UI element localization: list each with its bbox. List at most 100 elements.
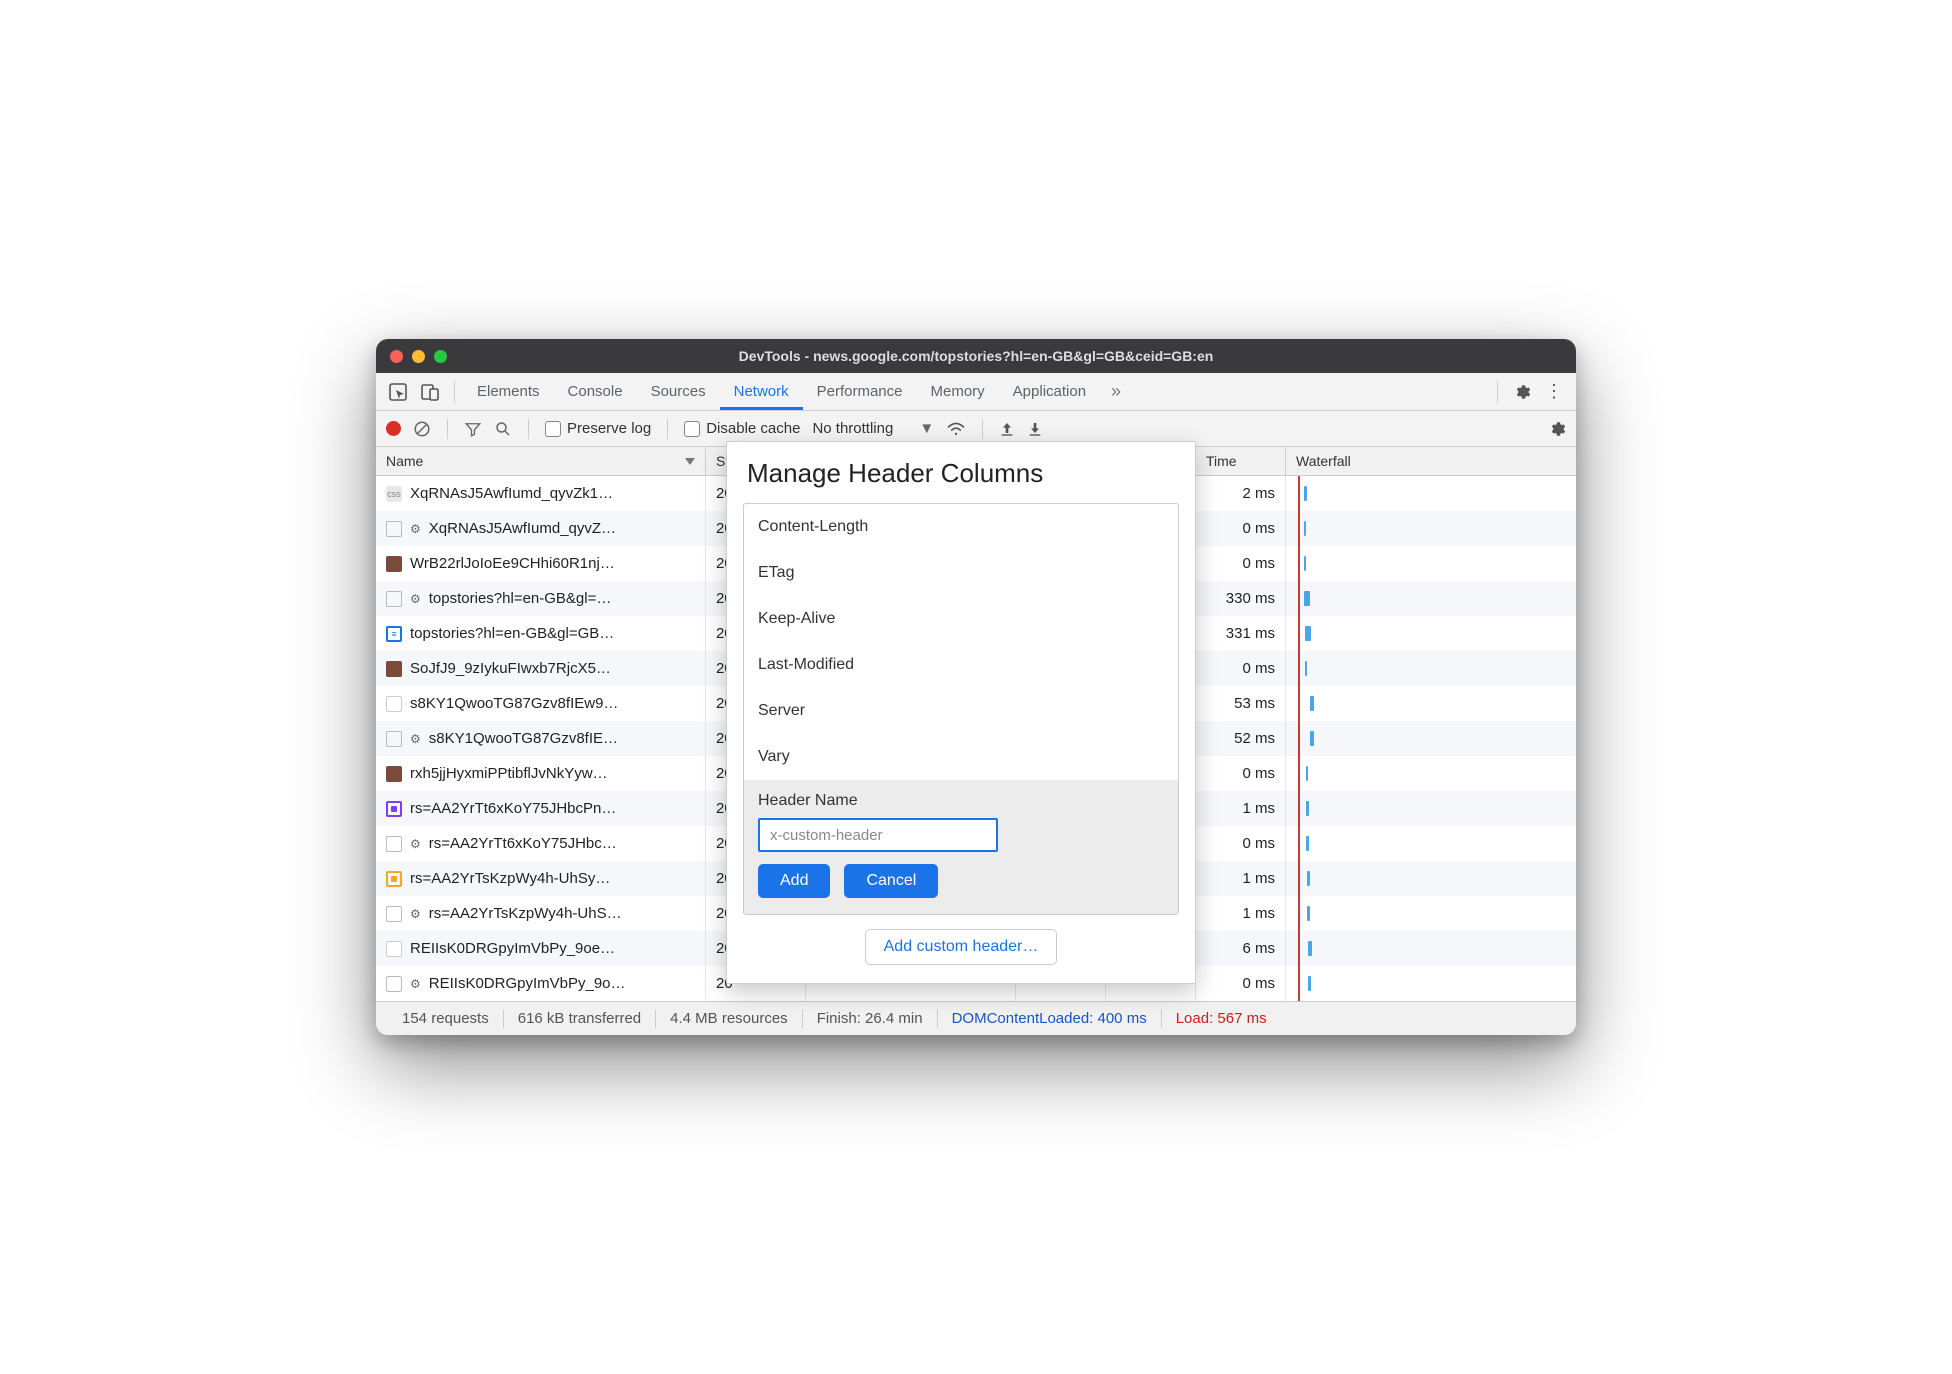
statusbar: 154 requests 616 kB transferred 4.4 MB r… [376, 1001, 1576, 1035]
request-name: rs=AA2YrTt6xKoY75JHbc… [429, 835, 617, 852]
col-waterfall[interactable]: Waterfall [1286, 447, 1576, 475]
file-type-icon [386, 801, 402, 817]
main-tabbar: Elements Console Sources Network Perform… [376, 373, 1576, 411]
request-time: 52 ms [1196, 721, 1286, 756]
panel-settings-icon[interactable] [1548, 420, 1566, 438]
status-resources: 4.4 MB resources [656, 1010, 802, 1027]
gear-icon: ⚙ [410, 977, 421, 991]
network-panel: Name St Time Waterfall cssXqRNAsJ5AwfIum… [376, 447, 1576, 1001]
status-load: Load: 567 ms [1162, 1010, 1281, 1027]
request-name: rs=AA2YrTsKzpWy4h-UhS… [429, 905, 622, 922]
waterfall-cell [1286, 861, 1576, 896]
header-item[interactable]: Keep-Alive [744, 596, 1178, 642]
file-type-icon [386, 661, 402, 677]
throttling-select[interactable]: No throttling ▼ [812, 420, 934, 437]
window-title: DevTools - news.google.com/topstories?hl… [376, 348, 1576, 364]
traffic-lights [390, 350, 447, 363]
waterfall-cell [1286, 476, 1576, 511]
upload-icon[interactable] [999, 421, 1015, 437]
add-button[interactable]: Add [758, 864, 830, 898]
sort-desc-icon [685, 458, 695, 465]
settings-icon[interactable] [1506, 376, 1538, 408]
request-name: topstories?hl=en-GB&gl=GB… [410, 625, 614, 642]
gear-icon: ⚙ [410, 732, 421, 746]
request-name: rs=AA2YrTt6xKoY75JHbcPn… [410, 800, 616, 817]
search-icon[interactable] [494, 420, 512, 438]
header-item[interactable]: Last-Modified [744, 642, 1178, 688]
request-time: 0 ms [1196, 651, 1286, 686]
filter-icon[interactable] [464, 420, 482, 438]
record-button[interactable] [386, 421, 401, 436]
file-type-icon [386, 976, 402, 992]
status-transferred: 616 kB transferred [504, 1010, 655, 1027]
devtools-window: DevTools - news.google.com/topstories?hl… [376, 339, 1576, 1035]
tab-sources[interactable]: Sources [637, 373, 720, 410]
waterfall-cell [1286, 896, 1576, 931]
waterfall-cell [1286, 581, 1576, 616]
clear-icon[interactable] [413, 420, 431, 438]
header-item[interactable]: Vary [744, 734, 1178, 780]
waterfall-cell [1286, 826, 1576, 861]
request-time: 2 ms [1196, 476, 1286, 511]
gear-icon: ⚙ [410, 837, 421, 851]
minimize-window-button[interactable] [412, 350, 425, 363]
panel-tabs: Elements Console Sources Network Perform… [463, 373, 1100, 410]
more-tabs-icon[interactable]: » [1100, 376, 1132, 408]
header-list: Content-Length ETag Keep-Alive Last-Modi… [743, 503, 1179, 915]
network-conditions-icon[interactable] [946, 421, 966, 437]
waterfall-cell [1286, 616, 1576, 651]
gear-icon: ⚙ [410, 907, 421, 921]
header-name-input[interactable]: x-custom-header [758, 818, 998, 852]
request-name: s8KY1QwooTG87Gzv8fIEw9… [410, 695, 618, 712]
file-type-icon [386, 591, 402, 607]
waterfall-cell [1286, 756, 1576, 791]
inspect-icon[interactable] [382, 376, 414, 408]
request-name: XqRNAsJ5AwfIumd_qyvZk1… [410, 485, 613, 502]
file-type-icon [386, 836, 402, 852]
tab-network[interactable]: Network [720, 373, 803, 410]
device-toggle-icon[interactable] [414, 376, 446, 408]
status-finish: Finish: 26.4 min [803, 1010, 937, 1027]
request-name: XqRNAsJ5AwfIumd_qyvZ… [429, 520, 616, 537]
request-name: topstories?hl=en-GB&gl=… [429, 590, 612, 607]
kebab-menu-icon[interactable]: ⋮ [1538, 376, 1570, 408]
checkbox-icon [545, 421, 561, 437]
request-name: SoJfJ9_9zIykuFIwxb7RjcX5… [410, 660, 611, 677]
tab-application[interactable]: Application [999, 373, 1100, 410]
close-window-button[interactable] [390, 350, 403, 363]
col-time[interactable]: Time [1196, 447, 1286, 475]
preserve-log-checkbox[interactable]: Preserve log [545, 420, 651, 437]
header-item[interactable]: ETag [744, 550, 1178, 596]
gear-icon: ⚙ [410, 592, 421, 606]
tab-elements[interactable]: Elements [463, 373, 554, 410]
cancel-button[interactable]: Cancel [844, 864, 938, 898]
request-time: 53 ms [1196, 686, 1286, 721]
header-name-label: Header Name [758, 792, 1164, 810]
status-requests: 154 requests [388, 1010, 503, 1027]
waterfall-cell [1286, 791, 1576, 826]
divider [454, 381, 455, 403]
waterfall-cell [1286, 546, 1576, 581]
disable-cache-checkbox[interactable]: Disable cache [684, 420, 800, 437]
waterfall-cell [1286, 511, 1576, 546]
request-time: 0 ms [1196, 511, 1286, 546]
request-time: 331 ms [1196, 616, 1286, 651]
download-icon[interactable] [1027, 421, 1043, 437]
waterfall-cell [1286, 651, 1576, 686]
waterfall-cell [1286, 966, 1576, 1001]
tab-console[interactable]: Console [554, 373, 637, 410]
header-item[interactable]: Server [744, 688, 1178, 734]
add-custom-header-button[interactable]: Add custom header… [865, 929, 1058, 965]
request-time: 0 ms [1196, 966, 1286, 1001]
waterfall-cell [1286, 931, 1576, 966]
tab-memory[interactable]: Memory [917, 373, 999, 410]
request-time: 0 ms [1196, 546, 1286, 581]
request-name: rxh5jjHyxmiPPtibflJvNkYyw… [410, 765, 608, 782]
maximize-window-button[interactable] [434, 350, 447, 363]
header-item[interactable]: Content-Length [744, 504, 1178, 550]
gear-icon: ⚙ [410, 522, 421, 536]
col-name[interactable]: Name [376, 447, 706, 475]
request-time: 330 ms [1196, 581, 1286, 616]
tab-performance[interactable]: Performance [803, 373, 917, 410]
status-domcontentloaded: DOMContentLoaded: 400 ms [938, 1010, 1161, 1027]
